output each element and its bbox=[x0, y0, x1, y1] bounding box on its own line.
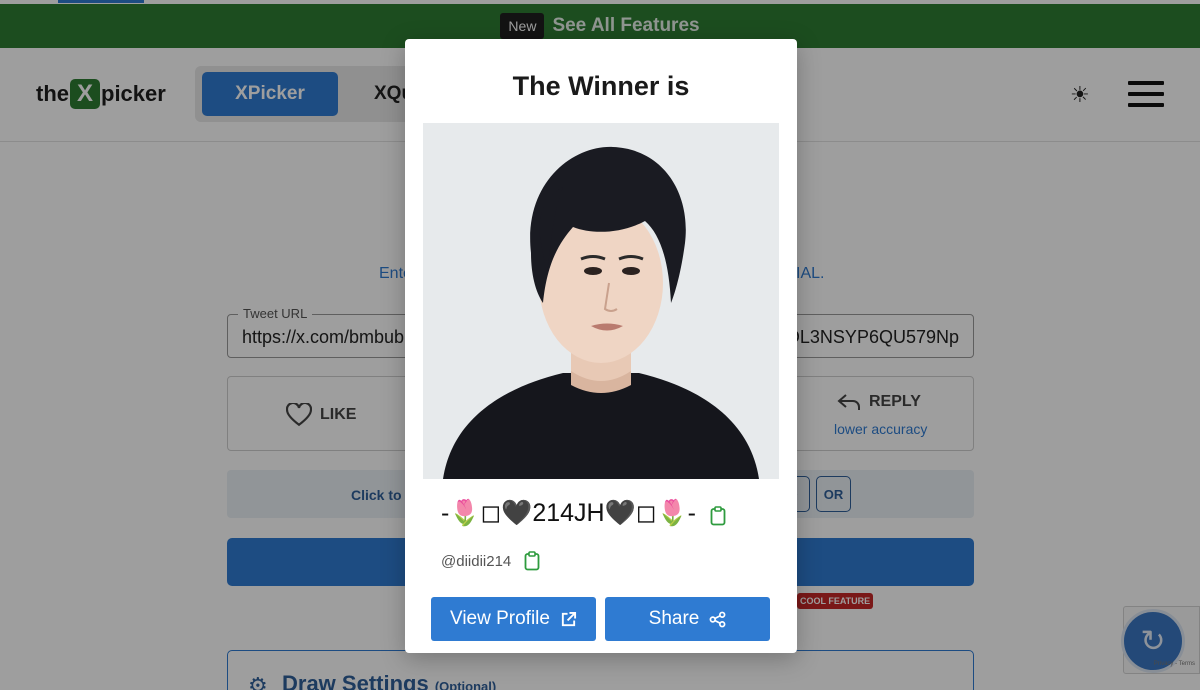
modal-title: The Winner is bbox=[512, 71, 690, 101]
copy-name-clipboard-icon[interactable] bbox=[710, 506, 726, 526]
external-link-icon bbox=[561, 611, 577, 626]
winner-avatar-photo bbox=[423, 123, 779, 479]
view-profile-button[interactable]: View Profile bbox=[431, 597, 596, 641]
view-profile-label: View Profile bbox=[450, 608, 550, 629]
share-icon bbox=[709, 611, 726, 627]
share-label: Share bbox=[648, 608, 700, 629]
winner-modal: The Winner is -🌷◻🖤214JH🖤◻🌷- @diidii214 V… bbox=[405, 39, 797, 653]
winner-display-name: -🌷◻🖤214JH🖤◻🌷- bbox=[441, 499, 696, 527]
winner-handle: @diidii214 bbox=[441, 552, 512, 570]
winner-handle-row: @diidii214 bbox=[441, 551, 540, 571]
share-button[interactable]: Share bbox=[605, 597, 770, 641]
copy-handle-clipboard-icon[interactable] bbox=[524, 551, 540, 571]
